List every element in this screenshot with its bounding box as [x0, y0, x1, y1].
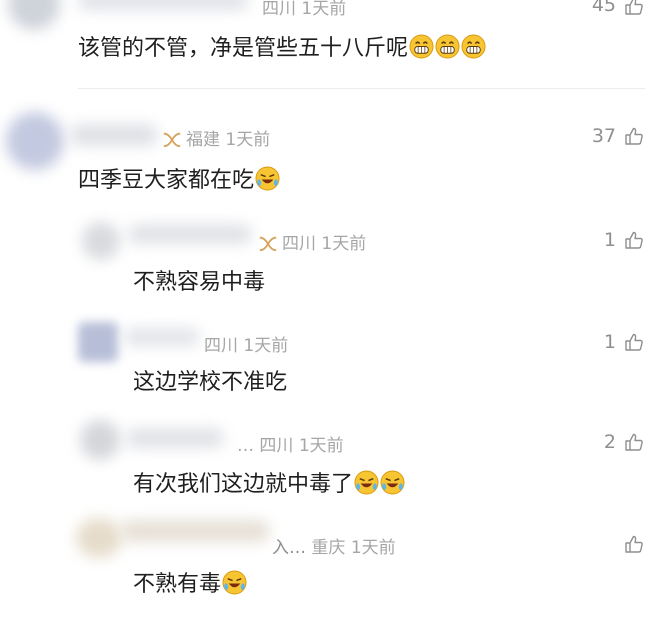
avatar[interactable] — [80, 420, 120, 460]
comment-meta: 福建 1天前 — [162, 125, 270, 150]
avatar[interactable] — [8, 0, 60, 30]
timestamp: 1天前 — [298, 436, 344, 456]
avatar[interactable] — [6, 112, 64, 170]
comment-meta: 四川 1天前 — [262, 0, 346, 19]
username-suffix: 入… — [272, 538, 306, 558]
username[interactable] — [128, 224, 252, 244]
comment-body: 四季豆大家都在吃 — [78, 168, 255, 193]
vip-badge-icon — [162, 131, 182, 147]
reply-meta: 入… 重庆 1天前 — [272, 533, 396, 558]
comment-text: 该管的不管，净是管些五十八斤呢 — [78, 30, 486, 62]
location-label: 福建 — [186, 130, 220, 150]
laugh-cry-emoji — [354, 470, 379, 495]
like-icon[interactable] — [624, 230, 644, 250]
location-label: 四川 — [259, 436, 294, 456]
reply-meta: 四川 1天前 — [204, 331, 288, 356]
like-icon[interactable] — [624, 534, 644, 554]
reply-body: 这边学校不准吃 — [133, 370, 288, 395]
username[interactable] — [78, 0, 248, 10]
like-icon[interactable] — [624, 126, 644, 146]
like-icon[interactable] — [624, 332, 644, 352]
location-label: 四川 — [282, 234, 316, 254]
like-count: 1 — [603, 229, 616, 251]
laugh-cry-emoji — [222, 570, 247, 595]
grin-emoji — [409, 34, 434, 59]
like-icon[interactable] — [624, 0, 644, 16]
grin-emoji — [461, 34, 486, 59]
comment-text: 四季豆大家都在吃 — [78, 162, 280, 194]
like-count: 2 — [603, 431, 616, 453]
reply-text: 不熟有毒 — [133, 566, 247, 598]
reply-body: 不熟容易中毒 — [133, 270, 266, 295]
reply-text: 这边学校不准吃 — [133, 364, 287, 396]
vip-badge-icon — [258, 235, 278, 251]
laugh-cry-emoji — [380, 470, 405, 495]
grin-emoji — [435, 34, 460, 59]
location-label: 重庆 — [311, 538, 346, 558]
location-label: 四川 — [204, 336, 238, 356]
username[interactable] — [126, 428, 224, 448]
reply-meta: … 四川 1天前 — [237, 431, 344, 456]
like-count: 37 — [591, 125, 616, 147]
username[interactable] — [70, 124, 158, 146]
reply-body: 有次我们这边就中毒了 — [133, 472, 354, 497]
reply-body: 不熟有毒 — [133, 572, 222, 597]
avatar[interactable] — [76, 518, 122, 558]
comment-body: 该管的不管，净是管些五十八斤呢 — [78, 36, 409, 61]
reply-text: 有次我们这边就中毒了 — [133, 466, 405, 498]
like-count: 45 — [591, 0, 616, 16]
timestamp: 1天前 — [350, 538, 396, 558]
username[interactable] — [120, 520, 270, 542]
timestamp: 1天前 — [321, 234, 367, 254]
laugh-cry-emoji — [255, 166, 280, 191]
username-suffix: … — [237, 436, 254, 456]
username[interactable] — [124, 328, 200, 346]
like-count: 1 — [603, 331, 616, 353]
reply-text: 不熟容易中毒 — [133, 264, 265, 296]
avatar[interactable] — [78, 322, 118, 362]
like-icon[interactable] — [624, 432, 644, 452]
timestamp: 1天前 — [225, 130, 271, 150]
reply-meta: 四川 1天前 — [258, 229, 366, 254]
avatar[interactable] — [82, 222, 120, 260]
location-label: 四川 — [262, 0, 296, 19]
timestamp: 1天前 — [243, 336, 289, 356]
divider — [78, 88, 645, 89]
timestamp: 1天前 — [301, 0, 347, 19]
